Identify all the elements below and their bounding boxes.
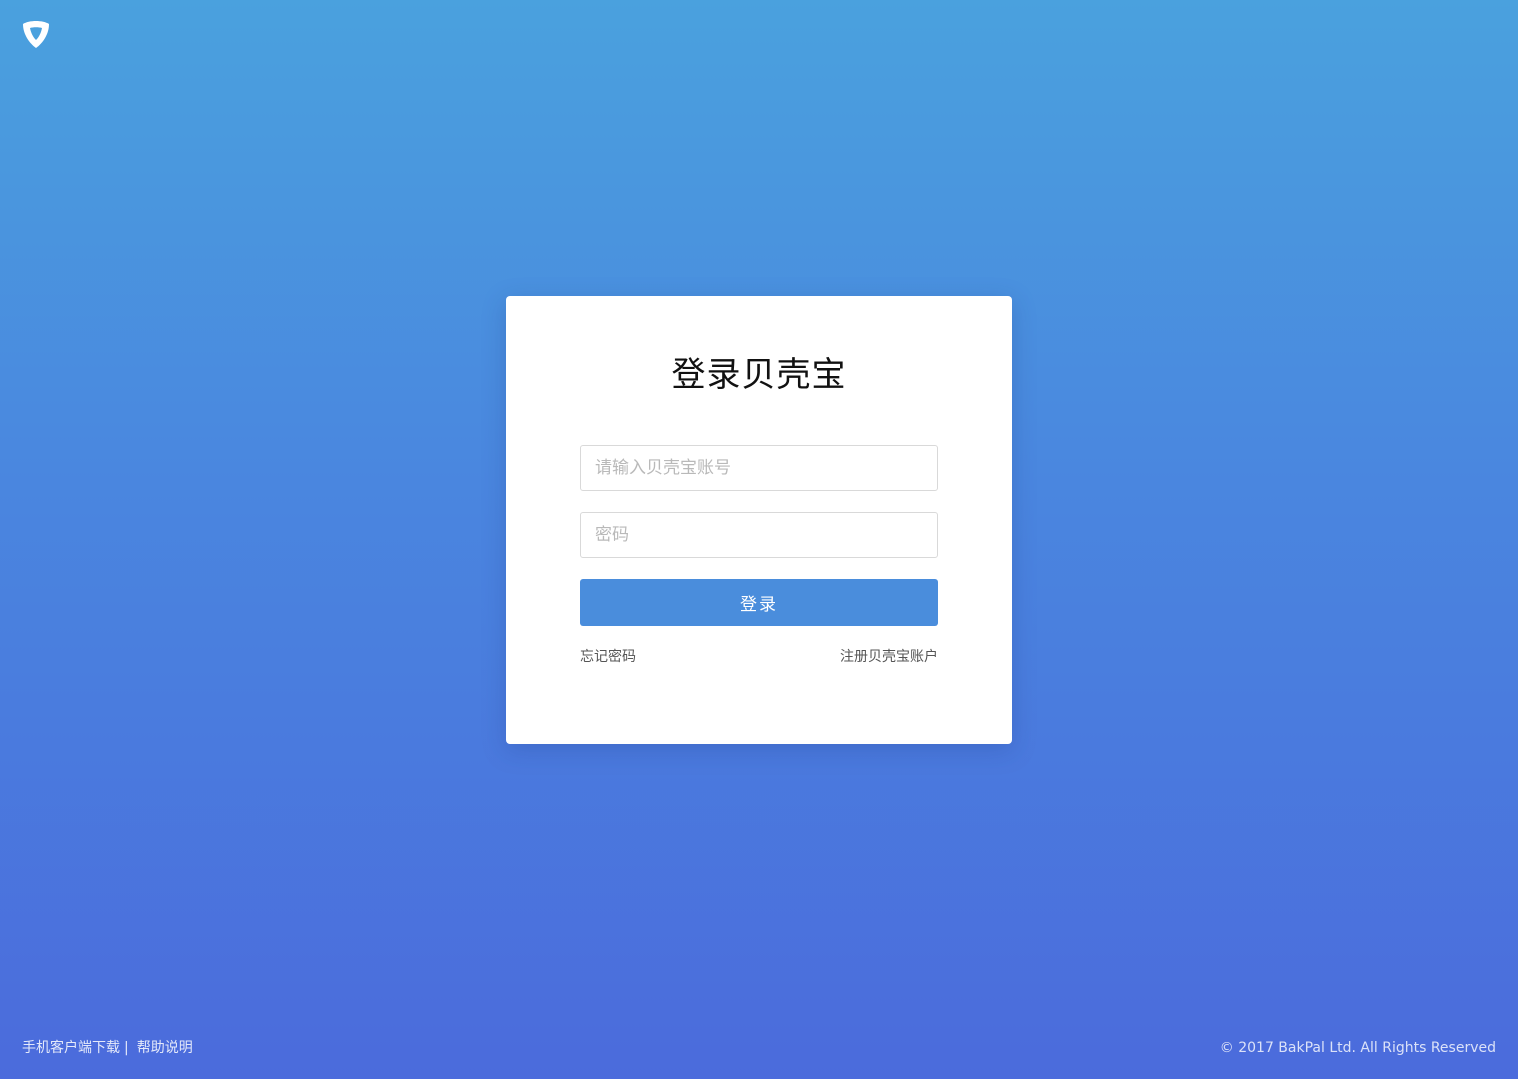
- footer-links: 手机客户端下载 | 帮助说明: [22, 1039, 193, 1057]
- register-account-link[interactable]: 注册贝壳宝账户: [840, 648, 938, 666]
- footer-separator: |: [124, 1040, 129, 1056]
- forgot-password-link[interactable]: 忘记密码: [580, 648, 636, 666]
- password-input[interactable]: [580, 512, 938, 558]
- login-title: 登录贝壳宝: [671, 355, 847, 395]
- mobile-download-link[interactable]: 手机客户端下载: [22, 1040, 120, 1056]
- help-link[interactable]: 帮助说明: [137, 1040, 193, 1056]
- account-input[interactable]: [580, 445, 938, 491]
- login-button[interactable]: 登录: [580, 579, 938, 626]
- copyright-text: © 2017 BakPal Ltd. All Rights Reserved: [1219, 1040, 1496, 1056]
- bakpal-logo-icon[interactable]: [20, 20, 52, 50]
- login-card: 登录贝壳宝 登录 忘记密码 注册贝壳宝账户: [506, 296, 1012, 744]
